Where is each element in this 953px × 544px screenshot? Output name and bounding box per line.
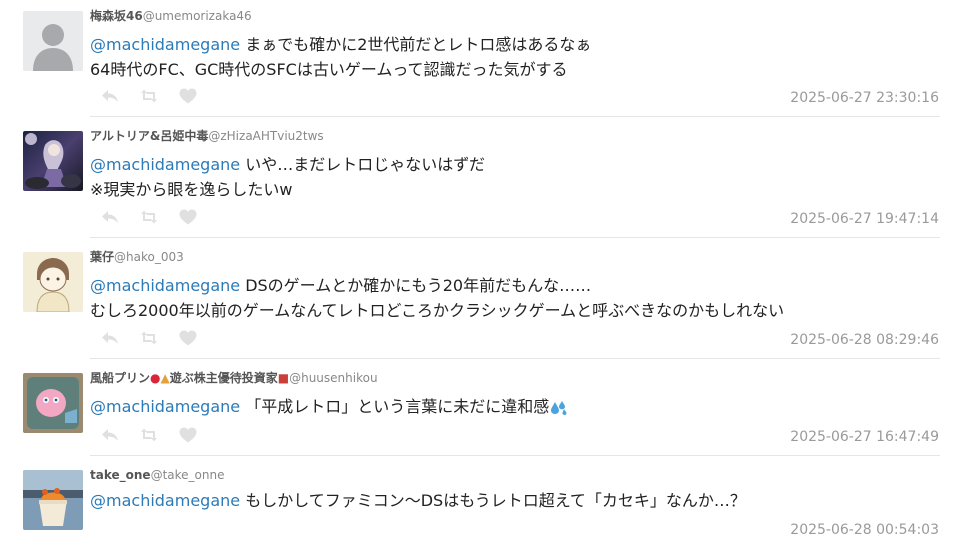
timestamp[interactable]: 2025-06-27 19:47:14 (790, 211, 939, 227)
tweet-text-line1: もしかしてファミコン〜DSはもうレトロ超えて「カセキ」なんか…？ (240, 491, 746, 510)
timestamp[interactable]: 2025-06-28 00:54:03 (790, 522, 939, 538)
tweet-line: @machidamegane 「平成レトロ」という言葉に未だに違和感 (90, 395, 568, 420)
tweet-header: 葉仔@hako_003 (90, 250, 184, 264)
mention-link[interactable]: @machidamegane (90, 491, 240, 510)
retweet-icon[interactable] (139, 426, 159, 444)
avatar[interactable] (23, 373, 83, 433)
heart-icon[interactable] (178, 87, 198, 105)
tweet-text: @machidamegane DSのゲームとか確かにもう20年前だもんな…… む… (90, 274, 784, 323)
mention-link[interactable]: @machidamegane (90, 155, 240, 174)
chart-emoji: ■ (277, 371, 290, 385)
timestamp[interactable]: 2025-06-27 16:47:49 (790, 429, 939, 445)
retweet-icon[interactable] (139, 329, 159, 347)
tweet-text-line1: DSのゲームとか確かにもう20年前だもんな…… (240, 276, 592, 295)
tweet-line: @machidamegane いや…まだレトロじゃないはずだ (90, 153, 485, 178)
screen-name[interactable]: @hako_003 (114, 250, 184, 264)
tweet-text: @machidamegane 「平成レトロ」という言葉に未だに違和感 (90, 395, 568, 420)
screen-name[interactable]: @umemorizaka46 (143, 9, 252, 23)
mention-link[interactable]: @machidamegane (90, 276, 240, 295)
tweet-text-line1: 「平成レトロ」という言葉に未だに違和感 (240, 397, 550, 416)
tweet-header: 梅森坂46@umemorizaka46 (90, 9, 252, 23)
drawn-character-avatar (23, 252, 83, 312)
tweet-text: @machidamegane いや…まだレトロじゃないはずだ ※現実から眼を逸ら… (90, 153, 485, 202)
mention-link[interactable]: @machidamegane (90, 397, 240, 416)
tweet-line: @machidamegane まぁでも確かに2世代前だとレトロ感はあるなぁ (90, 33, 591, 58)
retweet-icon[interactable] (139, 87, 159, 105)
avatar[interactable] (23, 252, 83, 312)
retweet-icon[interactable] (139, 208, 159, 226)
reply-icon[interactable] (100, 426, 120, 444)
display-name[interactable]: 葉仔 (90, 250, 114, 264)
tweet-text: @machidamegane もしかしてファミコン〜DSはもうレトロ超えて「カセ… (90, 489, 746, 514)
display-name[interactable]: 風船プリン (90, 371, 150, 385)
tweet-header: アルトリア&呂姫中毒@zHizaAHTviu2tws (90, 129, 324, 143)
reply-icon[interactable] (100, 329, 120, 347)
tweet-text: @machidamegane まぁでも確かに2世代前だとレトロ感はあるなぁ 64… (90, 33, 591, 82)
pudding-emoji: ▲ (160, 371, 170, 385)
reply-feed: 梅森坂46@umemorizaka46 @machidamegane まぁでも確… (0, 0, 953, 544)
heart-icon[interactable] (178, 426, 198, 444)
pink-character-avatar (23, 373, 83, 433)
tweet-item: take_one@take_onne @machidamegane もしかしてフ… (0, 456, 953, 544)
tweet-text-line1: まぁでも確かに2世代前だとレトロ感はあるなぁ (240, 35, 592, 54)
screen-name[interactable]: @zHizaAHTviu2tws (208, 129, 323, 143)
display-name-suffix: 遊ぶ株主優待投資家 (169, 371, 278, 385)
tweet-text-line1: いや…まだレトロじゃないはずだ (240, 155, 486, 174)
tweet-item: アルトリア&呂姫中毒@zHizaAHTviu2tws @machidamegan… (0, 117, 953, 238)
display-name[interactable]: アルトリア&呂姫中毒 (90, 129, 208, 143)
tweet-line: @machidamegane DSのゲームとか確かにもう20年前だもんな…… (90, 274, 784, 299)
tweet-header: take_one@take_onne (90, 468, 224, 482)
tweet-item: 葉仔@hako_003 @machidamegane DSのゲームとか確かにもう… (0, 238, 953, 359)
reply-icon[interactable] (100, 208, 120, 226)
mention-link[interactable]: @machidamegane (90, 35, 240, 54)
tweet-item: 梅森坂46@umemorizaka46 @machidamegane まぁでも確… (0, 0, 953, 117)
sweat-droplets-emoji (550, 400, 568, 416)
balloon-emoji: ● (150, 371, 161, 385)
anime-character-avatar (23, 131, 83, 191)
tweet-text-line2: むしろ2000年以前のゲームなんてレトロどころかクラシックゲームと呼ぶべきなのか… (90, 300, 785, 320)
tweet-item: 風船プリン●▲遊ぶ株主優待投資家■@huusenhikou @machidame… (0, 359, 953, 456)
tweet-text-line2: ※現実から眼を逸らしたいw (90, 179, 293, 199)
screen-name[interactable]: @take_onne (151, 468, 225, 482)
timestamp[interactable]: 2025-06-28 08:29:46 (790, 332, 939, 348)
timestamp[interactable]: 2025-06-27 23:30:16 (790, 90, 939, 106)
tweet-text-line2: 64時代のFC、GC時代のSFCは古いゲームって認識だった気がする (90, 59, 568, 79)
tweet-line: @machidamegane もしかしてファミコン〜DSはもうレトロ超えて「カセ… (90, 489, 746, 514)
display-name[interactable]: 梅森坂46 (90, 9, 143, 23)
reply-icon[interactable] (100, 87, 120, 105)
dessert-photo-avatar (23, 470, 83, 530)
display-name[interactable]: take_one (90, 468, 151, 482)
avatar[interactable] (23, 11, 83, 71)
heart-icon[interactable] (178, 208, 198, 226)
tweet-header: 風船プリン●▲遊ぶ株主優待投資家■@huusenhikou (90, 371, 378, 385)
avatar[interactable] (23, 470, 83, 530)
heart-icon[interactable] (178, 329, 198, 347)
default-user-icon (23, 11, 83, 71)
screen-name[interactable]: @huusenhikou (289, 371, 377, 385)
avatar[interactable] (23, 131, 83, 191)
